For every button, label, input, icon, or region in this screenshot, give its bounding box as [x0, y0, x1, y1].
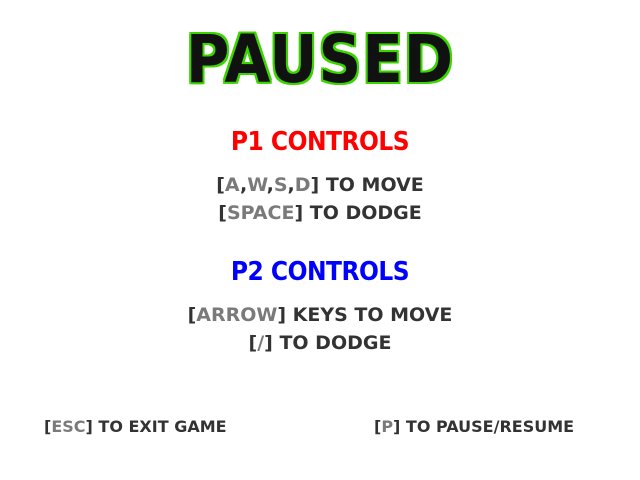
key-label-a: A	[224, 174, 240, 196]
p2-controls-heading: P2 CONTROLS	[230, 257, 410, 287]
bracket: [	[216, 174, 225, 196]
bracket: ]	[294, 202, 304, 224]
bracket: ]	[277, 304, 287, 326]
exit-suffix: TO EXIT GAME	[92, 417, 227, 436]
separator: ,	[266, 174, 274, 196]
exit-game-hint: [ESC] TO EXIT GAME	[44, 416, 227, 438]
pause-resume-hint: [P] TO PAUSE/RESUME	[374, 416, 574, 438]
move-suffix: KEYS TO MOVE	[286, 304, 453, 326]
key-label-d: D	[294, 174, 311, 196]
p2-dodge-instruction: [/] TO DODGE	[0, 331, 640, 355]
p2-move-instruction: [ARROW] KEYS TO MOVE	[0, 303, 640, 327]
bracket: ]	[264, 332, 273, 354]
key-label-esc: ESC	[51, 417, 86, 436]
dodge-suffix: TO DODGE	[303, 202, 422, 224]
bracket: [	[248, 332, 258, 354]
bracket: ]	[310, 174, 320, 196]
p1-dodge-instruction: [SPACE] TO DODGE	[0, 201, 640, 225]
p1-controls-heading: P1 CONTROLS	[230, 127, 410, 157]
key-label-arrow: ARROW	[196, 304, 278, 326]
pause-screen: PAUSED P1 CONTROLS [A,W,S,D] TO MOVE [SP…	[0, 0, 640, 480]
key-label-space: SPACE	[226, 202, 295, 224]
key-label-w: W	[247, 174, 267, 196]
bracket: [	[187, 304, 197, 326]
p1-move-instruction: [A,W,S,D] TO MOVE	[0, 173, 640, 197]
key-label-s: S	[273, 174, 288, 196]
pause-suffix: TO PAUSE/RESUME	[400, 417, 575, 436]
move-suffix: TO MOVE	[319, 174, 424, 196]
dodge-suffix: TO DODGE	[272, 332, 392, 354]
key-label-p: P	[381, 417, 394, 436]
paused-title: PAUSED	[185, 21, 455, 98]
bracket: ]	[85, 417, 93, 436]
bracket: [	[218, 202, 227, 224]
separator: ,	[287, 174, 295, 196]
